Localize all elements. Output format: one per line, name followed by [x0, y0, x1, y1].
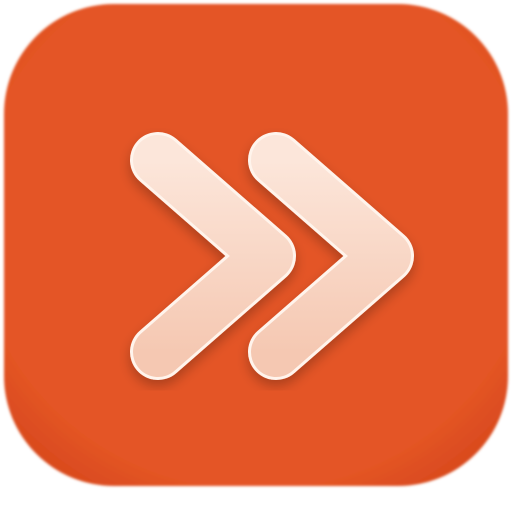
app-icon-canvas — [0, 0, 512, 512]
app-icon[interactable] — [0, 0, 512, 512]
